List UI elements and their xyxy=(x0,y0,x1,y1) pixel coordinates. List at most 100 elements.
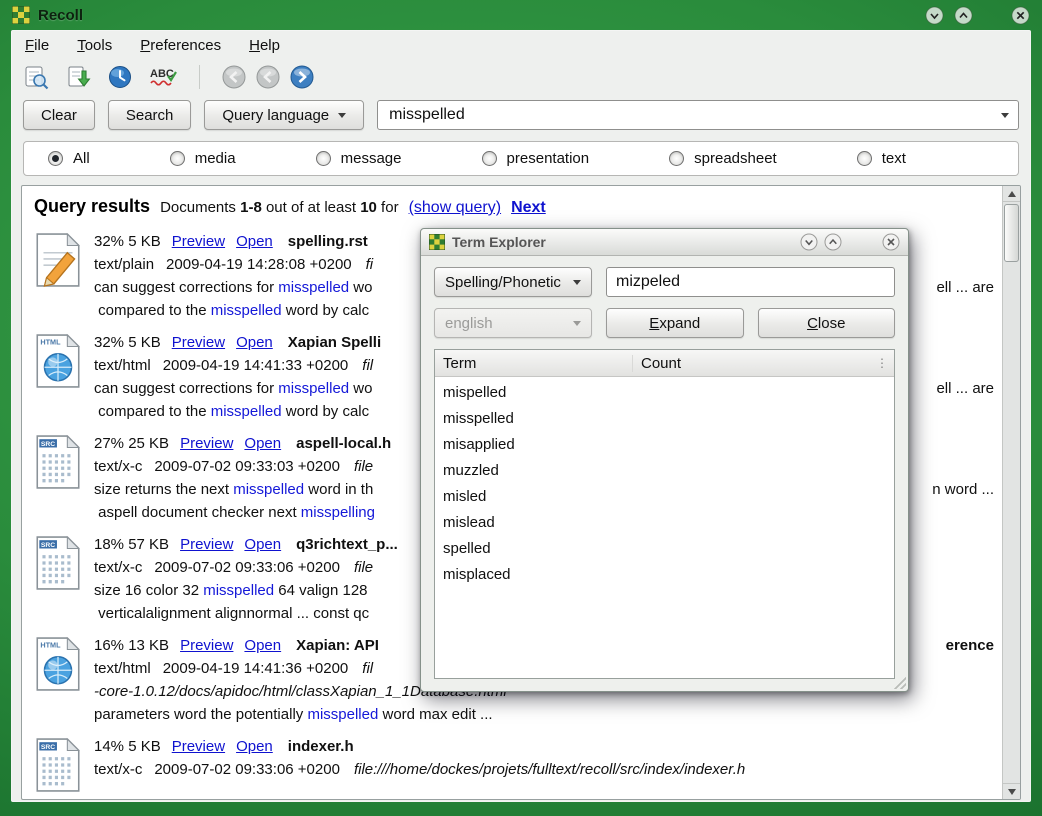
term-input[interactable] xyxy=(606,267,895,297)
preview-link[interactable]: Preview xyxy=(172,334,225,351)
term-row[interactable]: spelled xyxy=(435,536,894,562)
next-page-button[interactable] xyxy=(290,65,314,89)
result-title: Xapian Spelli xyxy=(288,334,381,351)
preview-link[interactable]: Preview xyxy=(172,738,225,755)
result-stats: 18% 57 KB xyxy=(94,536,169,553)
radio-icon[interactable] xyxy=(48,151,63,166)
menu-preferences[interactable]: Preferences xyxy=(140,37,221,54)
open-link[interactable]: Open xyxy=(236,334,273,351)
term-row[interactable]: muzzled xyxy=(435,458,894,484)
term-row[interactable]: mispelled xyxy=(435,380,894,406)
snippet-fragment: ell ... are xyxy=(936,377,994,400)
language-select: english xyxy=(434,308,592,338)
scroll-up-button[interactable] xyxy=(1003,186,1020,202)
menu-bar: File Tools Preferences Help xyxy=(11,30,1031,57)
radio-icon[interactable] xyxy=(669,151,684,166)
results-header: Query results Documents 1-8 out of at le… xyxy=(34,196,994,217)
result-title: aspell-local.h xyxy=(296,435,391,452)
result-path: fi xyxy=(366,256,374,273)
filter-media[interactable]: media xyxy=(170,150,236,167)
chevron-down-icon xyxy=(573,280,581,285)
result-snippet: parameters word the potentially misspell… xyxy=(94,703,493,726)
close-button[interactable]: Close xyxy=(758,308,896,338)
query-combobox[interactable] xyxy=(377,100,1019,130)
radio-icon[interactable] xyxy=(170,151,185,166)
result-date: 2009-04-19 14:28:08 +0200 xyxy=(166,256,352,273)
result-title: Xapian: API xyxy=(296,637,379,654)
source-document-icon[interactable]: SRC xyxy=(32,735,94,798)
radio-icon[interactable] xyxy=(482,151,497,166)
filter-message[interactable]: message xyxy=(316,150,402,167)
open-link[interactable]: Open xyxy=(244,435,281,452)
expand-button[interactable]: Expand xyxy=(606,308,744,338)
maximize-button[interactable] xyxy=(954,6,973,25)
source-document-icon[interactable]: SRC xyxy=(32,533,94,625)
resize-grip[interactable] xyxy=(894,677,906,689)
search-input[interactable] xyxy=(387,105,1001,125)
preview-link[interactable]: Preview xyxy=(180,435,233,452)
result-title-fragment: erence xyxy=(946,634,994,657)
result-title: indexer.h xyxy=(288,738,354,755)
scroll-down-button[interactable] xyxy=(1003,783,1020,799)
first-result-page-button[interactable] xyxy=(222,65,246,89)
scrollbar-thumb[interactable] xyxy=(1004,204,1019,262)
filter-text[interactable]: text xyxy=(857,150,906,167)
result-snippet: verticalalignment alignnormal ... const … xyxy=(94,602,369,625)
spellcheck-icon[interactable]: ABC xyxy=(149,64,179,90)
open-link[interactable]: Open xyxy=(244,536,281,553)
radio-icon[interactable] xyxy=(857,151,872,166)
clear-button[interactable]: Clear xyxy=(23,100,95,130)
next-page-link[interactable]: Next xyxy=(511,199,546,217)
titlebar[interactable]: Recoll xyxy=(0,0,1042,30)
show-query-link[interactable]: (show query) xyxy=(409,199,501,217)
term-row[interactable]: mislead xyxy=(435,510,894,536)
preview-link[interactable]: Preview xyxy=(180,637,233,654)
preview-link[interactable]: Preview xyxy=(172,233,225,250)
first-page-icon[interactable] xyxy=(23,64,49,90)
html-document-icon[interactable]: HTML xyxy=(32,331,94,423)
close-button[interactable] xyxy=(882,233,900,251)
svg-text:SRC: SRC xyxy=(41,542,55,549)
window-title: Recoll xyxy=(38,7,83,24)
term-row[interactable]: misplaced xyxy=(435,562,894,588)
filter-all[interactable]: All xyxy=(48,150,90,167)
menu-help[interactable]: Help xyxy=(249,37,280,54)
result-date: 2009-07-02 09:33:03 +0200 xyxy=(154,458,340,475)
dialog-titlebar[interactable]: Term Explorer xyxy=(421,229,908,256)
query-mode-select[interactable]: Query language xyxy=(204,100,364,130)
menu-tools[interactable]: Tools xyxy=(77,37,112,54)
maximize-button[interactable] xyxy=(824,233,842,251)
source-document-icon[interactable]: SRC xyxy=(32,432,94,524)
svg-text:HTML: HTML xyxy=(40,640,61,649)
term-row[interactable]: misapplied xyxy=(435,432,894,458)
open-link[interactable]: Open xyxy=(244,637,281,654)
search-button[interactable]: Search xyxy=(108,100,192,130)
menu-file[interactable]: File xyxy=(25,37,49,54)
prev-page-button[interactable] xyxy=(256,65,280,89)
text-document-icon[interactable] xyxy=(32,230,94,322)
close-button[interactable] xyxy=(1011,6,1030,25)
result-mime: text/plain xyxy=(94,256,154,273)
result-snippet: compared to the misspelled word by calc xyxy=(94,400,369,423)
term-row[interactable]: misspelled xyxy=(435,406,894,432)
svg-text:HTML: HTML xyxy=(40,337,61,346)
open-link[interactable]: Open xyxy=(236,738,273,755)
open-link[interactable]: Open xyxy=(236,233,273,250)
column-header-term[interactable]: Term xyxy=(435,355,632,372)
filter-spreadsheet[interactable]: spreadsheet xyxy=(669,150,777,167)
html-document-icon[interactable]: HTML xyxy=(32,634,94,726)
radio-icon[interactable] xyxy=(316,151,331,166)
filter-presentation[interactable]: presentation xyxy=(482,150,590,167)
result-snippet: size returns the next misspelled word in… xyxy=(94,478,373,501)
vertical-scrollbar[interactable] xyxy=(1002,186,1020,799)
column-header-count[interactable]: Count xyxy=(632,355,876,372)
minimize-button[interactable] xyxy=(925,6,944,25)
preview-link[interactable]: Preview xyxy=(180,536,233,553)
chevron-down-icon[interactable] xyxy=(1001,113,1009,118)
update-index-icon[interactable] xyxy=(65,64,91,90)
history-icon[interactable] xyxy=(107,64,133,90)
result-date: 2009-07-02 09:33:06 +0200 xyxy=(154,761,340,778)
minimize-button[interactable] xyxy=(800,233,818,251)
term-row[interactable]: misled xyxy=(435,484,894,510)
term-mode-select[interactable]: Spelling/Phonetic xyxy=(434,267,592,297)
